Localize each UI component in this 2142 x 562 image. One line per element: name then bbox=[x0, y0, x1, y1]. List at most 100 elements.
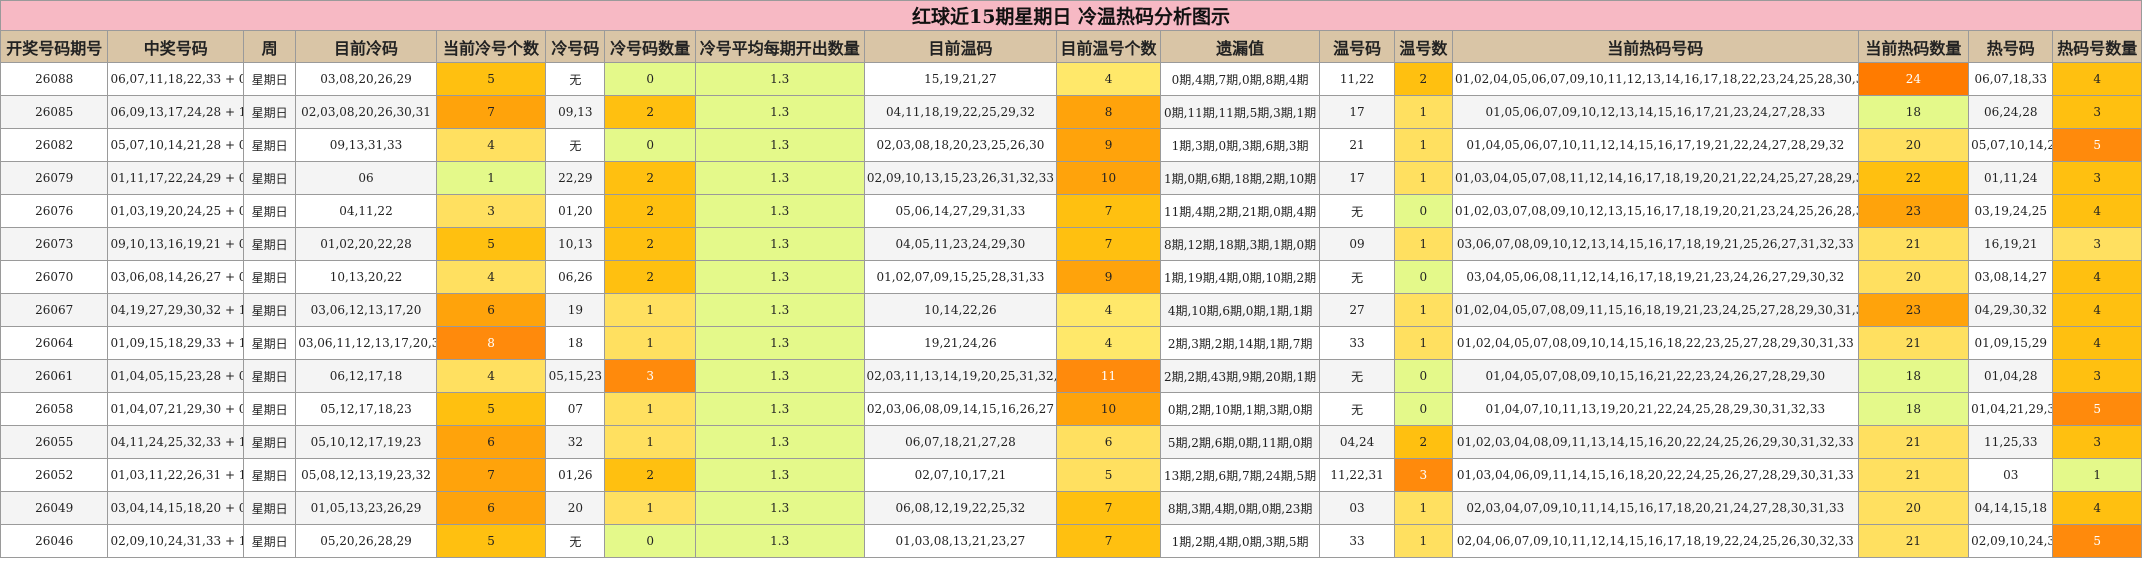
cell-cold-count: 3 bbox=[435, 194, 547, 228]
cell-winning-numbers: 09,10,13,16,19,21 + 08 bbox=[107, 227, 244, 261]
cell-hot-hit-numbers: 02,09,10,24,31 bbox=[1968, 524, 2054, 558]
cell-cold-hit-count: 3 bbox=[604, 359, 696, 393]
cell-warm-hit-count: 2 bbox=[1393, 425, 1453, 459]
cell-cold-hit-count: 0 bbox=[604, 524, 696, 558]
cell-hot-hit-count: 5 bbox=[2052, 392, 2142, 426]
cell-cold-hit-count: 2 bbox=[604, 260, 696, 294]
cell-winning-numbers: 01,09,15,18,29,33 + 15 bbox=[107, 326, 244, 360]
cell-cold-count: 5 bbox=[435, 524, 547, 558]
cell-current-cold-numbers: 05,10,12,17,19,23 bbox=[295, 425, 437, 459]
cell-draw-number: 26067 bbox=[0, 293, 109, 327]
cell-miss-values: 4期,10期,6期,0期,1期,1期 bbox=[1159, 293, 1321, 327]
cell-current-hot-numbers: 01,04,07,10,11,13,19,20,21,22,24,25,28,2… bbox=[1451, 392, 1859, 426]
cell-current-cold-numbers: 09,13,31,33 bbox=[295, 128, 437, 162]
title-row: 红球近15期星期日 冷温热码分析图示 bbox=[0, 0, 2142, 31]
cell-current-hot-numbers: 03,04,05,06,08,11,12,14,16,17,18,19,21,2… bbox=[1451, 260, 1859, 294]
header-hot-hit-count: 热码号数量 bbox=[2052, 30, 2142, 63]
cell-warm-count: 4 bbox=[1056, 293, 1161, 327]
header-cold-avg-per-draw: 冷号平均每期开出数量 bbox=[694, 30, 865, 63]
cell-cold-count: 4 bbox=[435, 260, 547, 294]
cell-current-warm-numbers: 01,02,07,09,15,25,28,31,33 bbox=[863, 260, 1058, 294]
cell-cold-hit-numbers: 06,26 bbox=[545, 260, 606, 294]
cell-warm-hit-count: 1 bbox=[1393, 293, 1453, 327]
cell-draw-number: 26082 bbox=[0, 128, 109, 162]
cell-current-warm-numbers: 02,07,10,17,21 bbox=[863, 458, 1058, 492]
cell-winning-numbers: 06,09,13,17,24,28 + 15 bbox=[107, 95, 244, 129]
cell-cold-count: 6 bbox=[435, 293, 547, 327]
cell-winning-numbers: 02,09,10,24,31,33 + 16 bbox=[107, 524, 244, 558]
table-row: 26058 01,04,07,21,29,30 + 01 星期日 05,12,17,1… bbox=[0, 392, 2142, 426]
header-cold-hit-count: 冷号码数量 bbox=[604, 30, 696, 63]
cell-cold-count: 6 bbox=[435, 491, 547, 525]
cell-warm-count: 7 bbox=[1056, 491, 1161, 525]
cell-cold-hit-count: 2 bbox=[604, 458, 696, 492]
cell-current-hot-numbers: 01,02,04,05,07,08,09,10,14,15,16,18,22,2… bbox=[1451, 326, 1859, 360]
cell-cold-hit-numbers: 无 bbox=[545, 62, 606, 96]
analysis-sheet: 红球近15期星期日 冷温热码分析图示 开奖号码期号 中奖号码周目前冷码 当前冷号个数… bbox=[0, 0, 2142, 562]
cell-warm-hit-numbers: 09 bbox=[1319, 227, 1395, 261]
header-miss-values: 遗漏值 bbox=[1159, 30, 1321, 63]
cell-current-hot-numbers: 01,02,04,05,06,07,09,10,11,12,13,14,16,1… bbox=[1451, 62, 1859, 96]
cell-current-cold-numbers: 01,05,13,23,26,29 bbox=[295, 491, 437, 525]
cell-cold-hit-count: 1 bbox=[604, 326, 696, 360]
table-row: 26088 06,07,11,18,22,33 + 05 星期日 03,08,20,2… bbox=[0, 62, 2142, 96]
cell-current-warm-numbers: 10,14,22,26 bbox=[863, 293, 1058, 327]
cell-warm-hit-numbers: 27 bbox=[1319, 293, 1395, 327]
cell-winning-numbers: 01,04,07,21,29,30 + 01 bbox=[107, 392, 244, 426]
cell-hot-hit-count: 5 bbox=[2052, 524, 2142, 558]
cell-warm-hit-count: 0 bbox=[1393, 194, 1453, 228]
cell-hot-hit-count: 3 bbox=[2052, 359, 2142, 393]
cell-hot-count: 20 bbox=[1857, 491, 1970, 525]
cell-hot-hit-count: 4 bbox=[2052, 260, 2142, 294]
cell-current-warm-numbers: 02,03,08,18,20,23,25,26,30 bbox=[863, 128, 1058, 162]
cell-draw-number: 26058 bbox=[0, 392, 109, 426]
cell-weekday: 星期日 bbox=[242, 62, 297, 96]
cell-winning-numbers: 01,03,19,20,24,25 + 07 bbox=[107, 194, 244, 228]
table-row: 26067 04,19,27,29,30,32 + 13 星期日 03,06,12,1… bbox=[0, 293, 2142, 327]
cell-current-cold-numbers: 06,12,17,18 bbox=[295, 359, 437, 393]
cell-warm-count: 11 bbox=[1056, 359, 1161, 393]
cell-cold-hit-numbers: 18 bbox=[545, 326, 606, 360]
cell-current-hot-numbers: 01,03,04,06,09,11,14,15,16,18,20,22,24,2… bbox=[1451, 458, 1859, 492]
cell-draw-number: 26085 bbox=[0, 95, 109, 129]
cell-miss-values: 1期,2期,4期,0期,3期,5期 bbox=[1159, 524, 1321, 558]
table-row: 26073 09,10,13,16,19,21 + 08 星期日 01,02,20,2… bbox=[0, 227, 2142, 261]
cell-draw-number: 26076 bbox=[0, 194, 109, 228]
cell-cold-hit-count: 2 bbox=[604, 95, 696, 129]
cell-cold-hit-count: 0 bbox=[604, 62, 696, 96]
cell-hot-count: 23 bbox=[1857, 194, 1970, 228]
cell-warm-hit-numbers: 17 bbox=[1319, 95, 1395, 129]
cell-weekday: 星期日 bbox=[242, 95, 297, 129]
page-title: 红球近15期星期日 冷温热码分析图示 bbox=[0, 0, 2142, 31]
cell-winning-numbers: 03,04,14,15,18,20 + 02 bbox=[107, 491, 244, 525]
cell-hot-hit-numbers: 04,29,30,32 bbox=[1968, 293, 2054, 327]
cell-miss-values: 1期,3期,0期,3期,6期,3期 bbox=[1159, 128, 1321, 162]
cell-current-hot-numbers: 03,06,07,08,09,10,12,13,14,15,16,17,18,1… bbox=[1451, 227, 1859, 261]
cell-warm-hit-numbers: 无 bbox=[1319, 392, 1395, 426]
cell-winning-numbers: 03,06,08,14,26,27 + 08 bbox=[107, 260, 244, 294]
header-weekday: 周 bbox=[242, 30, 297, 63]
cell-weekday: 星期日 bbox=[242, 524, 297, 558]
cell-miss-values: 1期,19期,4期,0期,10期,2期 bbox=[1159, 260, 1321, 294]
cell-current-cold-numbers: 06 bbox=[295, 161, 437, 195]
cell-draw-number: 26046 bbox=[0, 524, 109, 558]
table-row: 26082 05,07,10,14,21,28 + 04 星期日 09,13,31,3… bbox=[0, 128, 2142, 162]
cell-hot-hit-count: 4 bbox=[2052, 194, 2142, 228]
table-row: 26052 01,03,11,22,26,31 + 11 星期日 05,08,12,1… bbox=[0, 458, 2142, 492]
cell-hot-hit-numbers: 03 bbox=[1968, 458, 2054, 492]
cell-cold-count: 4 bbox=[435, 128, 547, 162]
cell-hot-hit-numbers: 01,09,15,29 bbox=[1968, 326, 2054, 360]
cell-hot-hit-numbers: 03,08,14,27 bbox=[1968, 260, 2054, 294]
cell-warm-count: 10 bbox=[1056, 392, 1161, 426]
cell-winning-numbers: 05,07,10,14,21,28 + 04 bbox=[107, 128, 244, 162]
cell-cold-hit-numbers: 01,20 bbox=[545, 194, 606, 228]
cell-warm-hit-count: 1 bbox=[1393, 227, 1453, 261]
cell-cold-count: 7 bbox=[435, 458, 547, 492]
cell-current-warm-numbers: 19,21,24,26 bbox=[863, 326, 1058, 360]
cell-cold-count: 4 bbox=[435, 359, 547, 393]
cell-hot-count: 18 bbox=[1857, 359, 1970, 393]
cell-hot-hit-count: 4 bbox=[2052, 491, 2142, 525]
cell-warm-count: 8 bbox=[1056, 95, 1161, 129]
cell-weekday: 星期日 bbox=[242, 161, 297, 195]
cell-cold-hit-count: 1 bbox=[604, 293, 696, 327]
